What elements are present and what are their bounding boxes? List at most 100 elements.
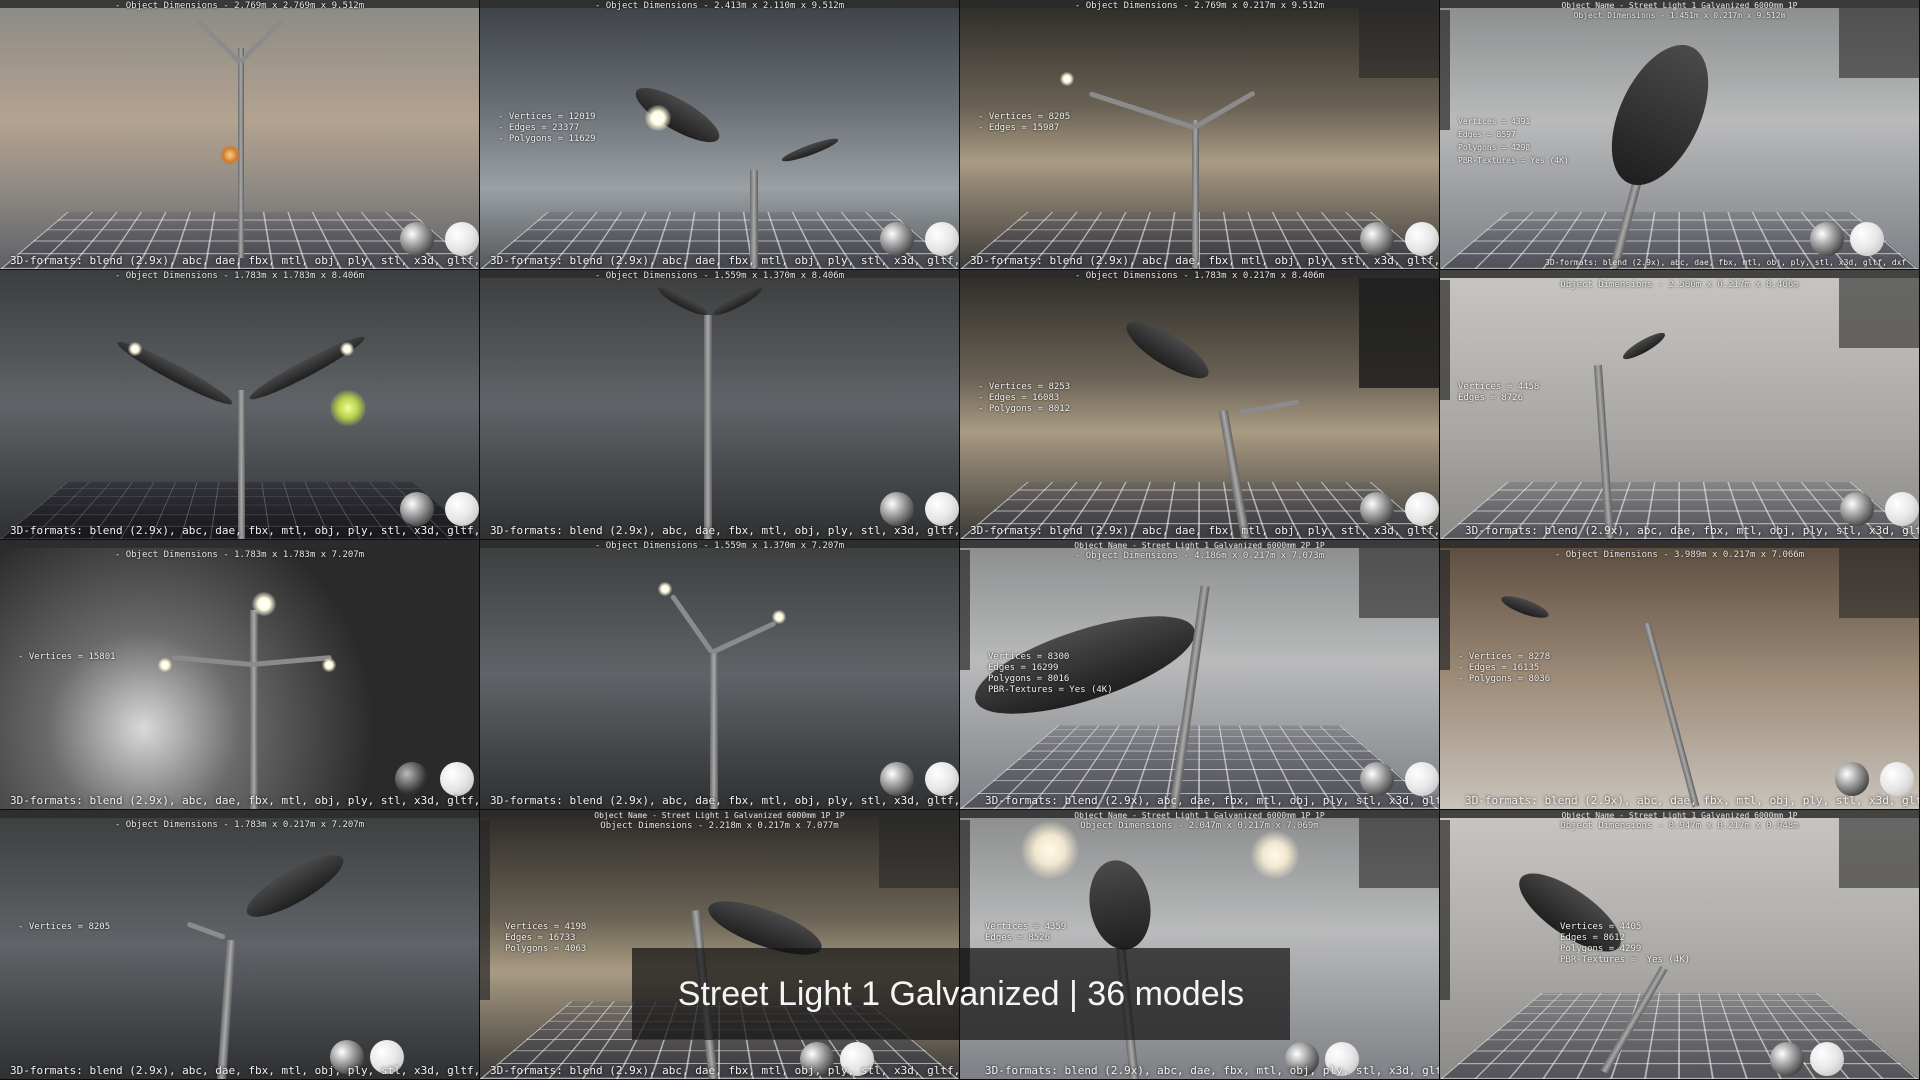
formats-label: 3D-formats: blend (2.9x), abc, dae, fbx,… [1465, 794, 1920, 807]
lamp-arm [186, 921, 226, 940]
viewport-header[interactable] [1440, 270, 1919, 278]
lamp-light [128, 342, 142, 356]
lamp-light [322, 658, 336, 672]
chrome-sphere [1360, 492, 1394, 526]
lamp-arm [1192, 90, 1256, 130]
mesh-stats: - Vertices = 8278 - Edges = 16135 - Poly… [1458, 652, 1551, 684]
white-sphere [445, 492, 479, 526]
white-sphere [925, 492, 959, 526]
white-sphere [440, 762, 474, 796]
tile-3: - Object Dimensions - 2.769m x 0.217m x … [960, 0, 1440, 270]
mesh-stats: Vertices = 4359 Edges = 8526 [985, 922, 1067, 943]
lamp-light [658, 582, 672, 596]
object-dimensions: - Object Dimensions - 2.413m x 2.110m x … [594, 1, 845, 11]
formats-label: 3D-formats: blend (2.9x), abc, dae, fbx,… [985, 794, 1440, 807]
lamp-pole [704, 315, 712, 539]
white-sphere [925, 762, 959, 796]
chrome-sphere [1360, 762, 1394, 796]
tile-12: - Object Dimensions - 3.989m x 0.217m x … [1440, 540, 1920, 810]
mesh-stats: - Vertices = 8205 - Edges = 15987 [978, 112, 1071, 133]
chrome-sphere [1840, 492, 1874, 526]
object-dimensions: - Object Dimensions - 1.559m x 1.370m x … [594, 271, 845, 281]
mesh-stats: - Vertices = 8253 - Edges = 16083 - Poly… [978, 382, 1071, 414]
lamp-head [655, 282, 710, 320]
formats-label: 3D-formats: blend (2.9x), abc, dae, fbx,… [10, 1064, 480, 1077]
object-name: Object Name - Street Light 1 Galvanized … [594, 811, 845, 820]
object-name: Object Name - Street Light 1 Galvanized … [1561, 1, 1798, 10]
mesh-stats: Vertices = 4391 Edges = 8597 Polygons = … [1458, 117, 1569, 165]
white-sphere [1850, 222, 1884, 256]
mesh-stats: Vertices = 4198 Edges = 16733 Polygons =… [505, 922, 587, 954]
tile-6: - Object Dimensions - 1.559m x 1.370m x … [480, 270, 960, 540]
toolbar[interactable] [960, 550, 970, 670]
lamp-arm [1088, 91, 1195, 130]
lamp-head [710, 282, 765, 320]
caption-text: Street Light 1 Galvanized | 36 models [677, 974, 1245, 1013]
tile-5: - Object Dimensions - 1.783m x 1.783m x … [0, 270, 480, 540]
object-dimensions: Object Dimensions - 2.047m x 0.217m x 7.… [1080, 821, 1319, 831]
viewport-header[interactable] [0, 810, 479, 818]
chrome-sphere [400, 222, 434, 256]
lamp-light [252, 592, 276, 616]
tile-10: - Object Dimensions - 1.559m x 1.370m x … [480, 540, 960, 810]
toolbar[interactable] [1440, 10, 1450, 130]
chrome-sphere [880, 762, 914, 796]
light-source [1250, 830, 1300, 880]
object-dimensions: - Object Dimensions - 1.559m x 1.370m x … [594, 541, 845, 551]
object-dimensions: - Object Dimensions - 2.769m x 2.769m x … [114, 1, 365, 11]
chrome-sphere [1360, 222, 1394, 256]
tile-9: - Object Dimensions - 1.783m x 1.783m x … [0, 540, 480, 810]
object-dimensions: - Object Dimensions - 1.783m x 1.783m x … [114, 550, 365, 560]
lamp-head [1499, 591, 1551, 623]
toolbar[interactable] [480, 820, 490, 1000]
lamp-arm [710, 620, 777, 655]
tile-7: - Object Dimensions - 1.783m x 0.217m x … [960, 270, 1440, 540]
sun [220, 145, 240, 165]
properties-panel[interactable] [1359, 278, 1439, 388]
object-dimensions: - Object Dimensions - 2.769m x 0.217m x … [1074, 1, 1325, 11]
formats-label: 3D-formats: blend (2.9x), abc, dae, fbx,… [490, 794, 960, 807]
toolbar[interactable] [1440, 280, 1450, 400]
formats-label: 3D-formats: blend (2.9x), abc, dae, fbx,… [970, 524, 1440, 537]
lamp-light [645, 105, 671, 131]
lamp-pole [238, 390, 245, 539]
lamp-arm [238, 18, 285, 65]
chrome-sphere [1770, 1042, 1804, 1076]
render-grid: - Object Dimensions - 2.769m x 2.769m x … [0, 0, 1920, 1080]
tile-11: Object Name - Street Light 1 Galvanized … [960, 540, 1440, 810]
lamp-head [780, 135, 840, 165]
toolbar[interactable] [1440, 820, 1450, 1000]
object-dimensions: - Object Dimensions - 1.783m x 1.783m x … [114, 271, 365, 281]
lamp-arm [669, 593, 715, 654]
lamp-head [628, 78, 727, 152]
object-dimensions: - Object Dimensions - 3.989m x 0.217m x … [1554, 550, 1805, 560]
white-sphere [1405, 222, 1439, 256]
chrome-sphere [880, 222, 914, 256]
formats-label: 3D-formats: blend (2.9x), abc, dae, fbx,… [490, 1064, 960, 1077]
lamp-light [340, 342, 354, 356]
lamp-head [1620, 328, 1668, 364]
chrome-sphere [1835, 762, 1869, 796]
mesh-stats: - Vertices = 12019 - Edges = 23377 - Pol… [498, 112, 596, 144]
tile-13: - Object Dimensions - 1.783m x 0.217m x … [0, 810, 480, 1080]
grid-floor [1440, 993, 1919, 1079]
white-sphere [1880, 762, 1914, 796]
formats-label: 3D-formats: blend (2.9x), abc, dae, fbx,… [490, 524, 960, 537]
object-dimensions: Object Dimensions - 1.451m x 0.217m x 9.… [1573, 11, 1786, 20]
white-sphere [925, 222, 959, 256]
object-name: Object Name - Street Light 1 Galvanized … [1074, 541, 1325, 550]
toolbar[interactable] [1440, 550, 1450, 670]
mesh-stats: Vertices = 8300 Edges = 16299 Polygons =… [988, 652, 1113, 695]
formats-label: 3D-formats: blend (2.9x), abc, dae, fbx,… [10, 794, 480, 807]
formats-label: 3D-formats: blend (2.9x), abc, dae, fbx,… [10, 254, 480, 267]
viewport-header[interactable] [0, 540, 479, 548]
viewport-header[interactable] [1440, 540, 1919, 548]
tile-16: Object Name - Street Light 1 Galvanized … [1440, 810, 1920, 1080]
properties-panel[interactable] [1359, 8, 1439, 78]
formats-label: 3D-formats: blend (2.9x), abc, dae, fbx,… [985, 1064, 1440, 1077]
lamp-head [239, 844, 351, 928]
formats-label: 3D-formats: blend (2.9x), abc, dae, fbx,… [1465, 524, 1920, 537]
mesh-stats: - Vertices = 15801 [18, 652, 116, 662]
tile-1: - Object Dimensions - 2.769m x 2.769m x … [0, 0, 480, 270]
lamp-light [158, 658, 172, 672]
